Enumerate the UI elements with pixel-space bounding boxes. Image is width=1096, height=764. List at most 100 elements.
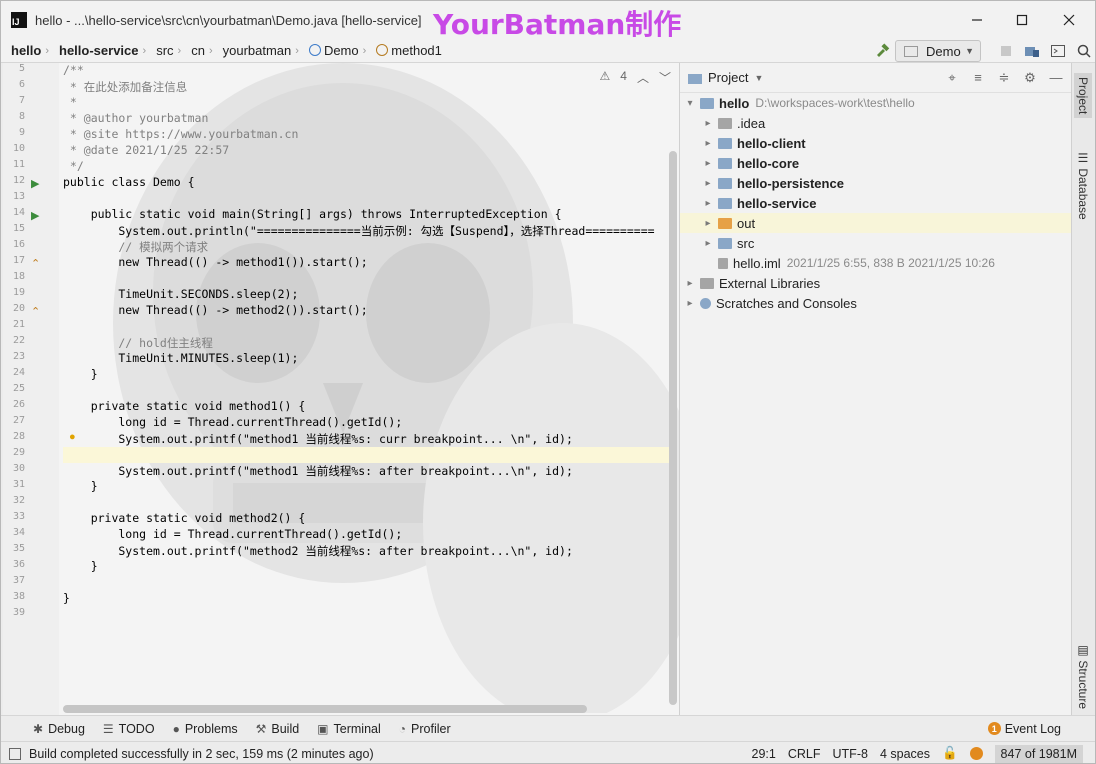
code-line[interactable]: * @site https://www.yourbatman.cn xyxy=(63,127,675,143)
code-line[interactable]: * @author yourbatman xyxy=(63,111,675,127)
status-message[interactable]: Build completed successfully in 2 sec, 1… xyxy=(29,747,374,761)
notification-icon[interactable] xyxy=(969,747,983,760)
code-line[interactable]: System.out.printf("method1 当前线程%s: curr … xyxy=(63,431,675,447)
close-icon[interactable] xyxy=(1049,7,1089,33)
tool-terminal[interactable]: ▣ Terminal xyxy=(317,722,381,736)
terminal-window-icon[interactable] xyxy=(1045,44,1071,58)
code-line[interactable]: * @date 2021/1/25 22:57 xyxy=(63,143,675,159)
code-line[interactable] xyxy=(63,271,675,287)
inspection-widget[interactable]: ⚠ 4 ︿ ﹀ xyxy=(600,69,671,86)
locate-icon[interactable]: ⌖ xyxy=(941,70,963,86)
caret-position[interactable]: 29:1 xyxy=(752,747,776,761)
memory-indicator[interactable]: 847 of 1981M xyxy=(994,744,1083,763)
breadcrumb-cn[interactable]: cn xyxy=(181,43,209,58)
run-configuration-select[interactable]: Demo ▼ xyxy=(895,40,981,62)
code-line[interactable]: TimeUnit.SECONDS.sleep(2); xyxy=(63,287,675,303)
run-gutter-icon[interactable]: ▶ xyxy=(31,209,39,222)
tab-database[interactable]: ☰ Database xyxy=(1076,151,1090,220)
code-line[interactable]: System.out.printf("method1 当前线程%s: after… xyxy=(63,463,675,479)
tool-build[interactable]: ⚒ Build xyxy=(256,722,300,736)
code-line[interactable] xyxy=(63,607,675,623)
breadcrumb-hello-service[interactable]: hello-service xyxy=(49,43,143,58)
expand-all-icon[interactable]: ≡ xyxy=(967,70,989,86)
code-line[interactable]: */ xyxy=(63,159,675,175)
implement-gutter-icon[interactable]: ⌃ xyxy=(31,305,40,318)
implement-gutter-icon[interactable]: ⌃ xyxy=(31,257,40,270)
gear-icon[interactable]: ⚙ xyxy=(1019,70,1041,86)
code-line[interactable]: long id = Thread.currentThread().getId()… xyxy=(63,527,675,543)
project-structure-icon[interactable] xyxy=(1019,44,1045,58)
tool-todo[interactable]: ☰ TODO xyxy=(103,722,155,736)
collapse-all-icon[interactable]: ≑ xyxy=(993,70,1015,86)
code-line[interactable]: * xyxy=(63,95,675,111)
tree-item[interactable]: ▸ out xyxy=(680,213,1072,233)
code-line[interactable]: new Thread(() -> method2()).start(); xyxy=(63,303,675,319)
chevron-icon[interactable]: ▸ xyxy=(684,298,696,309)
code-line[interactable] xyxy=(63,495,675,511)
tree-item[interactable]: ▸ hello-core xyxy=(680,153,1072,173)
tab-project[interactable]: Project xyxy=(1074,73,1092,119)
tree-item[interactable]: ▸ External Libraries xyxy=(680,273,1072,293)
code-line[interactable] xyxy=(63,575,675,591)
horizontal-scrollbar[interactable] xyxy=(63,705,587,713)
chevron-icon[interactable]: ▸ xyxy=(702,238,714,249)
code-editor[interactable]: 5 6 7 8 9 10 11 12 13 14 15 16 17 18 19 20 21 22 23 24 25 26 2… xyxy=(3,63,679,715)
file-encoding[interactable]: UTF-8 xyxy=(833,747,868,761)
chevron-icon[interactable]: ▸ xyxy=(684,278,696,289)
code-line[interactable]: long id = Thread.currentThread().getId()… xyxy=(63,415,675,431)
code-line[interactable]: System.out.println("===============当前示例:… xyxy=(63,223,675,239)
vertical-scrollbar[interactable] xyxy=(669,151,677,705)
code-line[interactable] xyxy=(63,447,675,463)
chevron-down-icon[interactable]: ▼ xyxy=(754,73,763,83)
breadcrumb-src[interactable]: src xyxy=(146,43,177,58)
tool-debug[interactable]: ✱ Debug xyxy=(33,722,85,736)
tree-item[interactable]: ▾ hello D:\workspaces-work\test\hello xyxy=(680,93,1072,113)
code-line[interactable]: TimeUnit.MINUTES.sleep(1); xyxy=(63,351,675,367)
tab-structure[interactable]: ▤ Structure xyxy=(1076,643,1090,709)
code-line[interactable]: } xyxy=(63,591,675,607)
hide-icon[interactable]: — xyxy=(1045,70,1067,86)
chevron-icon[interactable]: ▸ xyxy=(702,118,714,129)
toggle-tool-windows-icon[interactable] xyxy=(9,747,21,760)
chevron-up-icon[interactable]: ︿ xyxy=(637,69,649,86)
build-hammer-icon[interactable] xyxy=(869,43,895,59)
chevron-down-icon[interactable]: ﹀ xyxy=(659,69,671,86)
event-log-button[interactable]: 1 Event Log xyxy=(987,722,1061,736)
stop-icon[interactable] xyxy=(993,45,1019,57)
code-line[interactable] xyxy=(63,383,675,399)
chevron-icon[interactable]: ▸ xyxy=(702,158,714,169)
tree-item[interactable]: ▸ .idea xyxy=(680,113,1072,133)
breadcrumb-method1[interactable]: method1 xyxy=(366,43,446,58)
tree-item[interactable]: ▸ src xyxy=(680,233,1072,253)
tree-item[interactable]: ▸ hello-service xyxy=(680,193,1072,213)
chevron-icon[interactable]: ▸ xyxy=(702,138,714,149)
code-line[interactable]: /** xyxy=(63,63,675,79)
minimize-icon[interactable] xyxy=(957,7,997,33)
lock-icon[interactable]: 🔓 xyxy=(942,746,958,761)
tool-profiler[interactable]: ◔ Profiler xyxy=(399,722,451,736)
project-panel-title[interactable]: Project xyxy=(708,70,748,85)
tree-item[interactable]: ▸ hello-persistence xyxy=(680,173,1072,193)
maximize-icon[interactable] xyxy=(1002,7,1042,33)
code-line[interactable]: // hold住主线程 xyxy=(63,335,675,351)
tool-problems[interactable]: ● Problems xyxy=(173,722,238,736)
chevron-icon[interactable]: ▸ xyxy=(702,178,714,189)
code-line[interactable]: System.out.printf("method2 当前线程%s: after… xyxy=(63,543,675,559)
code-line[interactable]: } xyxy=(63,479,675,495)
code-line[interactable]: public class Demo { xyxy=(63,175,675,191)
breadcrumb-yourbatman[interactable]: yourbatman xyxy=(213,43,296,58)
breadcrumb-demo[interactable]: Demo xyxy=(299,43,363,58)
code-line[interactable]: public static void main(String[] args) t… xyxy=(63,207,675,223)
code-line[interactable]: * 在此处添加备注信息 xyxy=(63,79,675,95)
line-separator[interactable]: CRLF xyxy=(788,747,821,761)
tree-item[interactable]: hello.iml 2021/1/25 6:55, 838 B 2021/1/25… xyxy=(680,253,1072,273)
search-icon[interactable] xyxy=(1071,44,1095,58)
tree-item[interactable]: ▸ hello-client xyxy=(680,133,1072,153)
tree-item[interactable]: ▸ Scratches and Consoles xyxy=(680,293,1072,313)
code-line[interactable]: } xyxy=(63,559,675,575)
code-line[interactable] xyxy=(63,191,675,207)
code-line[interactable] xyxy=(63,319,675,335)
chevron-icon[interactable]: ▾ xyxy=(684,98,696,109)
code-area[interactable]: /** * 在此处添加备注信息 * * @author yourbatman *… xyxy=(63,63,675,623)
code-line[interactable]: private static void method1() { xyxy=(63,399,675,415)
